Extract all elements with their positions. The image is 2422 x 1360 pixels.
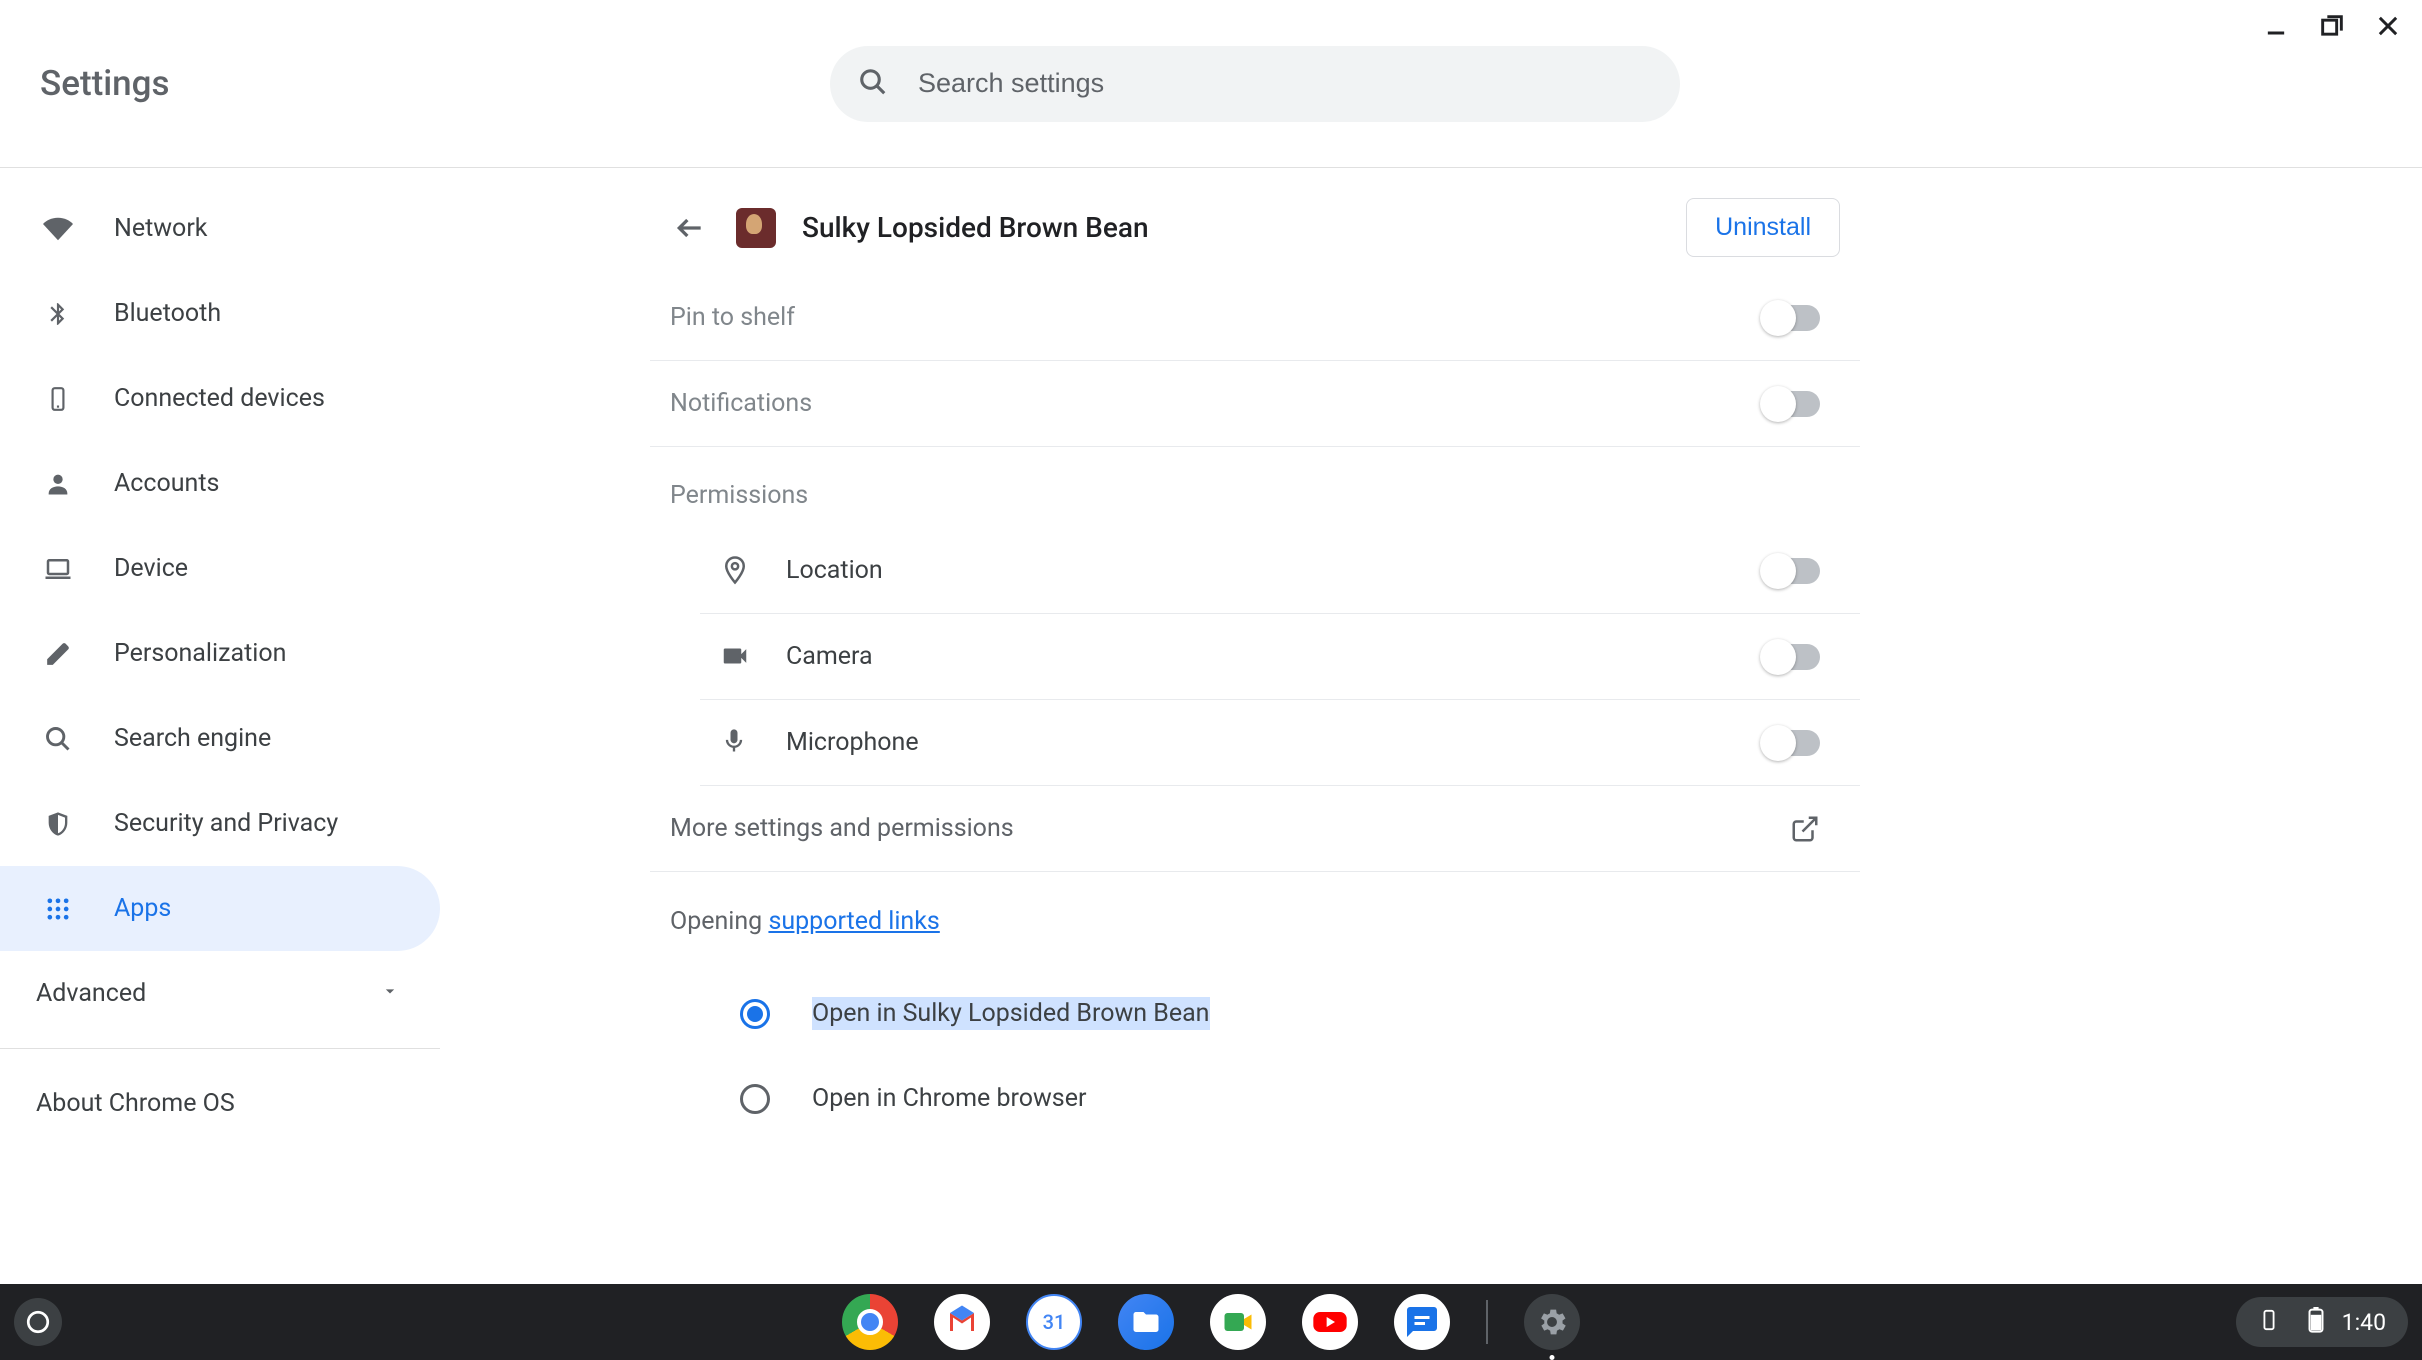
shelf-time: 1:40	[2342, 1309, 2386, 1336]
divider	[0, 1048, 440, 1049]
apps-icon	[40, 891, 76, 927]
search-box[interactable]	[830, 46, 1680, 122]
radio-label: Open in Chrome browser	[812, 1084, 1086, 1113]
search-icon	[40, 721, 76, 757]
shelf-app-chrome[interactable]	[842, 1294, 898, 1350]
radio-label: Open in Sulky Lopsided Brown Bean	[812, 997, 1210, 1030]
more-settings-label: More settings and permissions	[670, 814, 1014, 843]
sidebar-item-accounts[interactable]: Accounts	[0, 441, 440, 526]
permission-label: Location	[786, 556, 883, 585]
about-chrome-os[interactable]: About Chrome OS	[0, 1061, 440, 1146]
sidebar-item-label: Network	[114, 214, 207, 243]
laptop-icon	[40, 551, 76, 587]
permissions-title: Permissions	[650, 447, 1860, 528]
shelf-app-gmail[interactable]	[934, 1294, 990, 1350]
pin-to-shelf-toggle[interactable]	[1764, 305, 1820, 331]
shelf-app-youtube[interactable]	[1302, 1294, 1358, 1350]
notifications-label: Notifications	[670, 389, 812, 418]
sidebar-item-label: Personalization	[114, 639, 286, 668]
app-name: Sulky Lopsided Brown Bean	[802, 211, 1660, 244]
pin-to-shelf-label: Pin to shelf	[670, 303, 795, 332]
shelf-app-calendar[interactable]: 31	[1026, 1294, 1082, 1350]
open-in-app-option[interactable]: Open in Sulky Lopsided Brown Bean	[650, 971, 1860, 1056]
shelf-app-meet[interactable]	[1210, 1294, 1266, 1350]
permission-microphone-row: Microphone	[700, 700, 1860, 786]
phone-status-icon	[2258, 1309, 2280, 1335]
shelf-app-messages[interactable]	[1394, 1294, 1450, 1350]
shield-icon	[40, 806, 76, 842]
permission-location-row: Location	[700, 528, 1860, 614]
shelf: 31 1:40	[0, 1284, 2422, 1360]
camera-toggle[interactable]	[1764, 644, 1820, 670]
app-icon	[736, 208, 776, 248]
more-settings-row[interactable]: More settings and permissions	[650, 786, 1860, 872]
search-icon	[858, 67, 888, 101]
pin-to-shelf-row: Pin to shelf	[650, 275, 1860, 361]
advanced-label: Advanced	[36, 979, 146, 1008]
permission-label: Camera	[786, 642, 873, 671]
chevron-down-icon	[380, 979, 400, 1008]
notifications-toggle[interactable]	[1764, 391, 1820, 417]
microphone-toggle[interactable]	[1764, 730, 1820, 756]
uninstall-button[interactable]: Uninstall	[1686, 198, 1840, 257]
sidebar-item-label: Bluetooth	[114, 299, 221, 328]
sidebar-item-security-privacy[interactable]: Security and Privacy	[0, 781, 440, 866]
sidebar-item-personalization[interactable]: Personalization	[0, 611, 440, 696]
phone-icon	[40, 381, 76, 417]
wifi-icon	[40, 211, 76, 247]
sidebar: Network Bluetooth Connected devices Acco…	[0, 168, 440, 1284]
sidebar-item-connected-devices[interactable]: Connected devices	[0, 356, 440, 441]
back-button[interactable]	[670, 208, 710, 248]
pencil-icon	[40, 636, 76, 672]
permission-label: Microphone	[786, 728, 919, 757]
sidebar-item-label: Device	[114, 554, 188, 583]
bluetooth-icon	[40, 296, 76, 332]
sidebar-item-network[interactable]: Network	[0, 186, 440, 271]
camera-icon	[720, 641, 752, 673]
status-tray[interactable]: 1:40	[2236, 1297, 2408, 1347]
sidebar-item-label: Accounts	[114, 469, 219, 498]
launcher-button[interactable]	[14, 1298, 62, 1346]
location-icon	[720, 555, 752, 587]
shelf-divider	[1486, 1300, 1488, 1344]
sidebar-item-label: Search engine	[114, 724, 271, 753]
permission-camera-row: Camera	[700, 614, 1860, 700]
page-title: Settings	[40, 63, 170, 104]
sidebar-item-bluetooth[interactable]: Bluetooth	[0, 271, 440, 356]
opening-title: Opening supported links	[670, 907, 940, 936]
open-in-chrome-option[interactable]: Open in Chrome browser	[650, 1056, 1860, 1141]
sidebar-item-device[interactable]: Device	[0, 526, 440, 611]
location-toggle[interactable]	[1764, 558, 1820, 584]
search-input[interactable]	[918, 68, 1652, 99]
sidebar-item-label: Connected devices	[114, 384, 325, 413]
sidebar-item-label: Apps	[114, 894, 171, 923]
advanced-toggle[interactable]: Advanced	[0, 951, 440, 1036]
radio-selected[interactable]	[740, 999, 770, 1029]
sidebar-item-label: Security and Privacy	[114, 809, 338, 838]
shelf-app-settings[interactable]	[1524, 1294, 1580, 1350]
supported-links-link[interactable]: supported links	[768, 907, 939, 936]
sidebar-item-apps[interactable]: Apps	[0, 866, 440, 951]
notifications-row: Notifications	[650, 361, 1860, 447]
battery-icon	[2308, 1307, 2324, 1337]
shelf-app-files[interactable]	[1118, 1294, 1174, 1350]
radio-unselected[interactable]	[740, 1084, 770, 1114]
open-external-icon	[1790, 814, 1820, 844]
microphone-icon	[720, 727, 752, 759]
sidebar-item-search-engine[interactable]: Search engine	[0, 696, 440, 781]
person-icon	[40, 466, 76, 502]
about-label: About Chrome OS	[36, 1089, 235, 1118]
